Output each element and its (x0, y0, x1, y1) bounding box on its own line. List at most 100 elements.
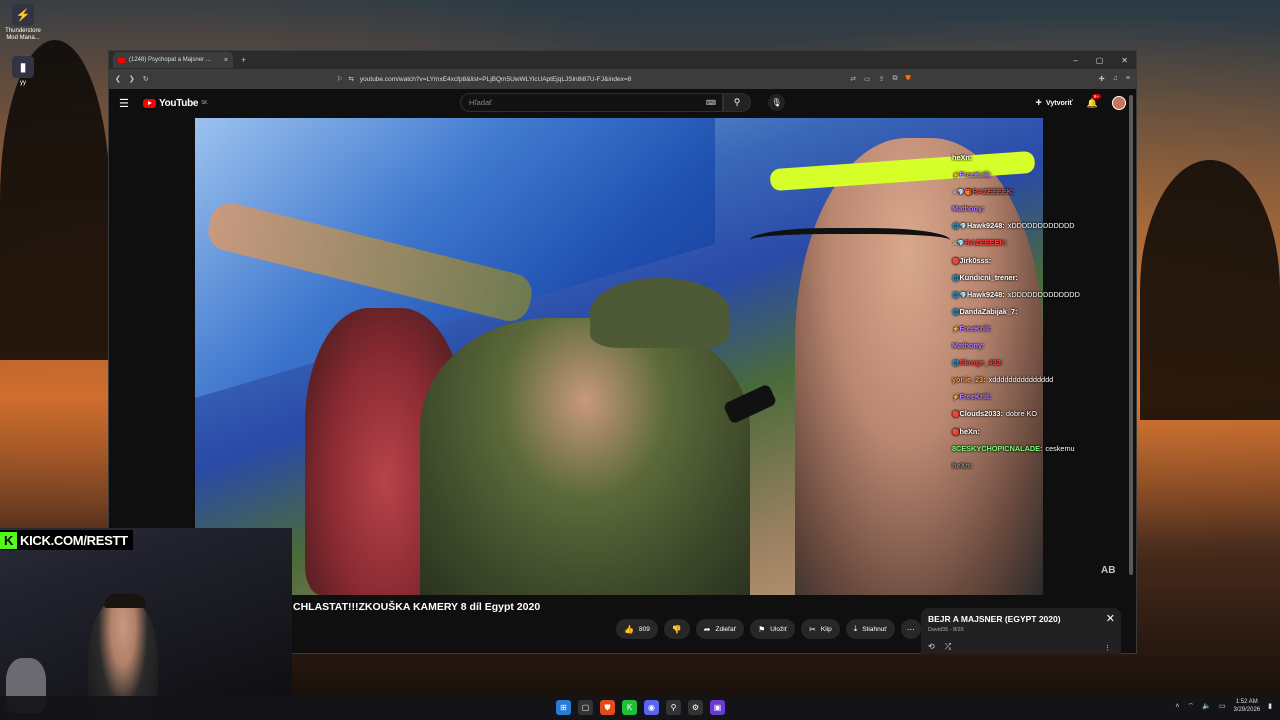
clock-time: 1:52 AM (1235, 699, 1258, 705)
chat-username[interactable]: Mathony: (952, 341, 984, 350)
dislike-button[interactable]: 👎 (663, 619, 690, 639)
chat-username[interactable]: RAZEEEEK: (972, 187, 1014, 196)
chat-badges: ⚔💎 (952, 241, 965, 248)
chat-username[interactable]: heXn: (952, 153, 972, 162)
share-icon[interactable]: ⇪ (879, 75, 885, 83)
cast-icon[interactable]: ▭ (864, 75, 871, 83)
more-dots-icon: ⋯ (906, 624, 915, 634)
clip-button[interactable]: ✂ Klip (801, 619, 840, 639)
url-field[interactable]: ⚐ ⇆ youtube.com/watch?v=LYmxE4xcfp8&list… (337, 75, 843, 84)
system-tray: ˄ ⌔ 🔈 ▭ 1:52 AM 3/29/2026 ▮ (1175, 698, 1272, 714)
battery-icon[interactable]: ▭ (1219, 702, 1226, 710)
chat-username[interactable]: RAZEEEEK: (965, 238, 1007, 247)
start-icon[interactable]: ⊞ (556, 700, 571, 715)
voice-search-button[interactable]: 🎙 (768, 94, 785, 111)
chat-message: Mathony: (952, 338, 1132, 355)
pin-app-icon[interactable]: ⚲ (666, 700, 681, 715)
kick-label: KICK.COM/RESTT (20, 532, 128, 548)
chat-username[interactable]: Clouds2033: (959, 409, 1002, 418)
tray-overflow-icon[interactable]: ˄ (1175, 703, 1179, 710)
chat-message: 🔴Jirk0sss: (952, 253, 1132, 270)
chat-username[interactable]: Mathony: (952, 204, 984, 213)
notifications-button[interactable]: 🔔 9+ (1087, 93, 1101, 109)
header-right: + Vytvoriť 🔔 9+ (1036, 93, 1126, 110)
kick-banner: K KICK.COM/RESTT (0, 530, 133, 550)
chat-username[interactable]: FreeKrill: (959, 170, 991, 179)
tab-title: (1248) Psychopat a Majsner ... (129, 57, 211, 63)
more-actions-button[interactable]: ⋯ (900, 619, 921, 639)
loop-icon[interactable]: ⟲ (928, 642, 935, 652)
chat-username[interactable]: Hawk9248: (967, 221, 1005, 230)
chat-username[interactable]: Hawk9248: (967, 290, 1005, 299)
translate-icon[interactable]: ⇄ (850, 75, 856, 83)
chat-username[interactable]: 8CESKYCHOPICNALADE: (952, 444, 1042, 453)
share-button[interactable]: ➦ Zdieľať (695, 619, 745, 639)
like-button[interactable]: 👍 809 (616, 619, 658, 639)
search-button[interactable]: ⚲ (723, 93, 751, 112)
new-tab-button[interactable]: + (241, 55, 246, 65)
notification-center-icon[interactable]: ▮ (1268, 702, 1272, 710)
desktop-icon-yy[interactable]: ▮ yy (2, 56, 44, 87)
close-window-button[interactable]: ✕ (1121, 56, 1128, 65)
pip-icon[interactable]: ⧉ (893, 75, 898, 83)
brave-icon[interactable]: ⛊ (600, 700, 615, 715)
extensions-icon[interactable]: ✚ (1099, 75, 1105, 83)
brave-shield-icon[interactable]: ⛊ (906, 75, 911, 83)
kick-app-icon[interactable]: K (622, 700, 637, 715)
bookmark-icon[interactable]: ⚐ (337, 75, 343, 83)
webcam-overlay (0, 528, 292, 720)
media-icon[interactable]: ♫ (1113, 75, 1118, 83)
desktop-icon-thunderstore[interactable]: ⚡ Thunderstore Mod Mana... (2, 4, 44, 42)
clock[interactable]: 1:52 AM 3/29/2026 (1233, 698, 1260, 714)
search-placeholder: Hľadať (469, 98, 492, 107)
chat-username[interactable]: Jirk0sss: (959, 256, 991, 265)
file-explorer-icon[interactable]: ▢ (578, 700, 593, 715)
chat-message: ⚔💎RAZEEEEK: (952, 235, 1132, 252)
share-label: Zdieľať (715, 625, 737, 633)
maximize-button[interactable]: ▢ (1096, 56, 1104, 65)
discord-icon[interactable]: ◉ (644, 700, 659, 715)
save-button[interactable]: ⚑ Uložiť (750, 619, 796, 639)
chat-username[interactable]: FreeKrill: (959, 392, 991, 401)
keyboard-icon[interactable]: ⌨ (706, 99, 716, 107)
close-tab-icon[interactable]: × (224, 57, 228, 64)
back-icon[interactable]: ❮ (115, 75, 121, 83)
chat-badges: ⚔💎🎁 (952, 190, 973, 197)
chat-username[interactable]: yonie_23: (952, 375, 986, 384)
chat-message: heXn: (952, 458, 1132, 475)
network-icon[interactable]: ⌔ (1188, 702, 1195, 711)
video-player[interactable] (195, 118, 1043, 595)
browser-menu-icon[interactable]: ≡ (1126, 75, 1130, 83)
download-button[interactable]: ⤓ Stiahnuť (845, 619, 895, 639)
search-input[interactable]: Hľadať ⌨ (460, 93, 723, 112)
video-scene-soldier (420, 318, 750, 595)
forward-icon[interactable]: ❯ (129, 75, 135, 83)
chat-username[interactable]: heXn: (952, 461, 972, 470)
minimize-button[interactable]: – (1073, 56, 1077, 65)
chat-username[interactable]: FreeKrill: (959, 324, 991, 333)
playlist-menu-icon[interactable]: ⋮ (1104, 644, 1111, 652)
close-playlist-icon[interactable]: ✕ (1106, 612, 1115, 625)
youtube-region: SK (201, 100, 208, 106)
youtube-play-icon (143, 98, 156, 108)
chat-username[interactable]: DandaZabijak_7: (959, 307, 1017, 316)
tab-youtube[interactable]: (1248) Psychopat a Majsner ... × (113, 52, 233, 68)
account-avatar[interactable] (1112, 96, 1126, 110)
chat-username[interactable]: Skroge_492: (959, 358, 1002, 367)
palm-silhouette-left (0, 40, 110, 360)
hamburger-menu-icon[interactable]: ☰ (119, 97, 137, 110)
like-count: 809 (638, 625, 650, 633)
chat-username[interactable]: heXn: (959, 427, 979, 436)
twitch-app-icon[interactable]: ▣ (710, 700, 725, 715)
chat-username[interactable]: Kundicni_trener: (959, 273, 1017, 282)
youtube-logo[interactable]: YouTube SK (143, 98, 208, 109)
chat-message: 8CESKYCHOPICNALADE: ceskemu (952, 441, 1132, 458)
settings-app-icon[interactable]: ⚙ (688, 700, 703, 715)
playlist-controls: ⟲ ⤮ (928, 642, 951, 652)
create-button[interactable]: + Vytvoriť (1036, 97, 1073, 109)
shuffle-icon[interactable]: ⤮ (945, 642, 951, 652)
volume-icon[interactable]: 🔈 (1202, 702, 1211, 710)
chat-badges: 🌐💎 (952, 292, 967, 299)
site-info-icon[interactable]: ⇆ (348, 75, 353, 83)
reload-icon[interactable]: ↻ (143, 75, 149, 83)
